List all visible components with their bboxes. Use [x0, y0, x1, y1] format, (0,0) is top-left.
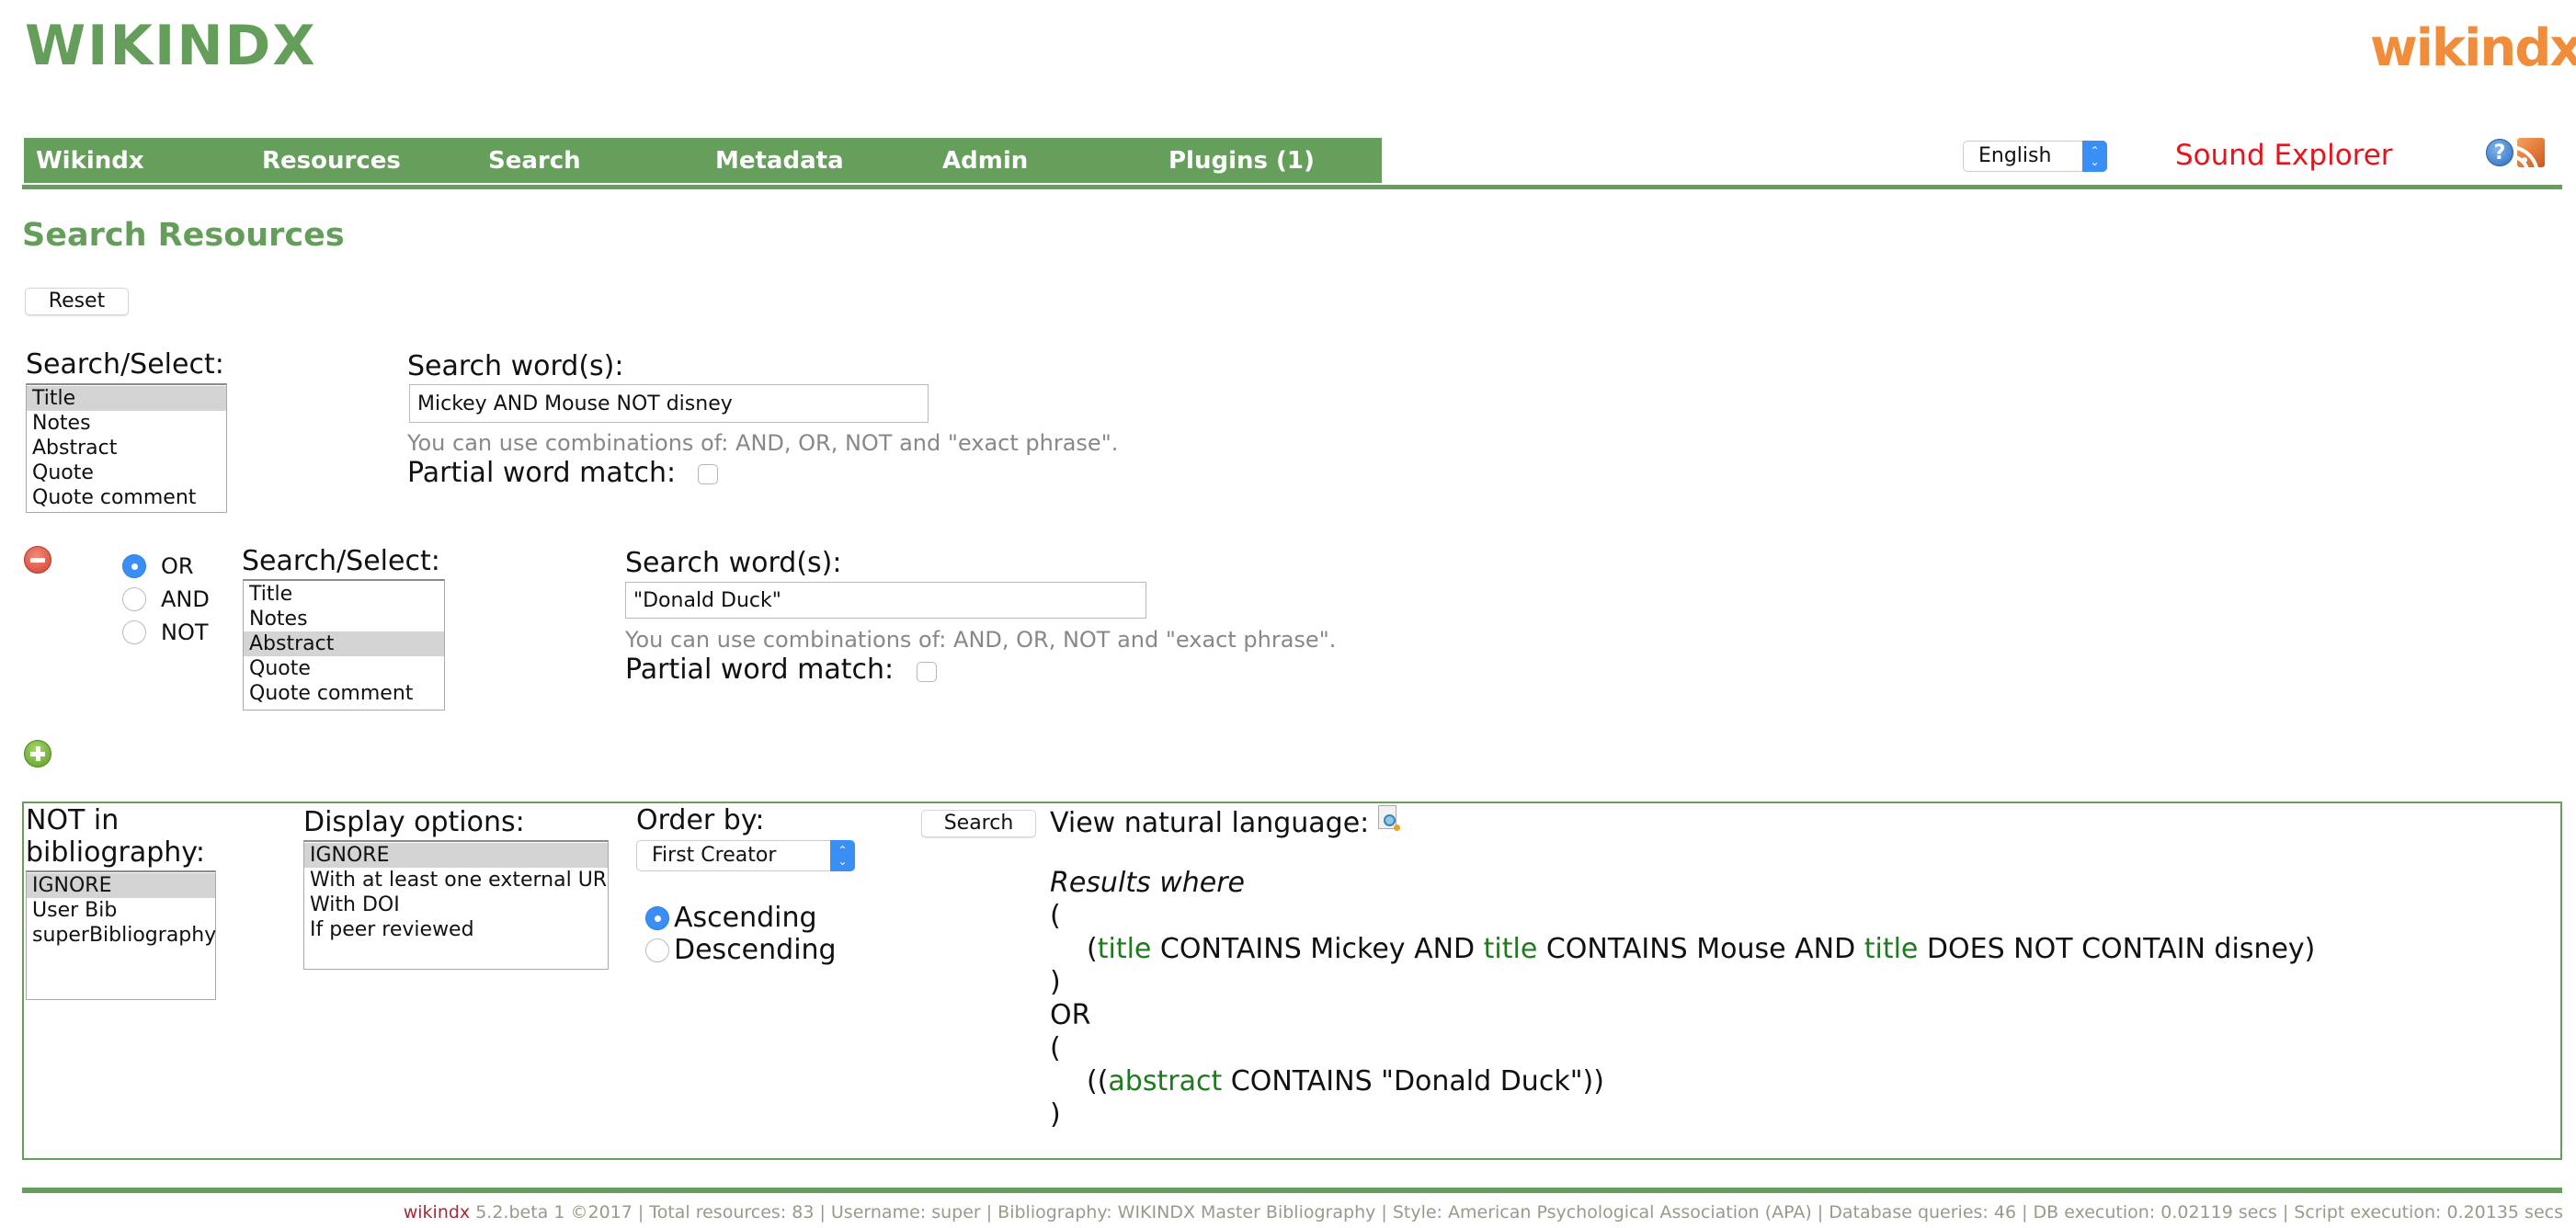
ascending-radio[interactable] [645, 906, 669, 930]
page-title: Search Resources [22, 217, 345, 254]
partial-match-label: Partial word match: [407, 457, 677, 489]
add-row-icon[interactable] [24, 740, 51, 768]
field-option[interactable]: Quote [27, 460, 226, 485]
rss-icon[interactable] [2517, 138, 2545, 167]
chevron-updown-icon: ⌃ ⌄ [830, 840, 855, 871]
footer-text: 5.2.beta 1 ©2017 | Total resources: 83 |… [470, 1202, 2563, 1222]
nl-text: CONTAINS Mickey AND [1151, 933, 1484, 965]
logo-word: wikindx [2370, 18, 2576, 78]
descending-label: Descending [674, 934, 837, 966]
operator-radio-and[interactable] [122, 587, 146, 611]
field-option[interactable]: Quote comment [27, 485, 226, 510]
search-words-value: "Donald Duck" [633, 588, 781, 612]
bib-option[interactable]: superBibliography [27, 923, 215, 948]
preview-magnifier-icon[interactable] [1376, 805, 1402, 833]
descending-radio[interactable] [645, 938, 669, 962]
footer-divider [22, 1188, 2562, 1193]
order-by-value: First Creator [652, 844, 777, 867]
nl-text: ( [1087, 933, 1098, 965]
header-divider [22, 185, 2562, 189]
reset-button[interactable]: Reset [25, 288, 129, 315]
nl-open-paren: ( [1050, 900, 1061, 932]
search-select-label: Search/Select: [242, 545, 440, 577]
partial-match-checkbox-1[interactable] [698, 464, 718, 484]
field-option[interactable]: Title [27, 386, 226, 411]
language-select-value: English [1978, 144, 2052, 167]
nl-text: CONTAINS Mouse AND [1537, 933, 1864, 965]
display-option[interactable]: If peer reviewed [304, 917, 608, 942]
bib-option[interactable]: IGNORE [27, 873, 215, 898]
field-option[interactable]: Title [244, 582, 444, 607]
search-button[interactable]: Search [921, 810, 1036, 837]
nl-close-paren: ) [1050, 1098, 1061, 1131]
nl-text: CONTAINS "Donald Duck")) [1222, 1065, 1604, 1097]
display-option[interactable]: IGNORE [304, 843, 608, 868]
operator-radio-not[interactable] [122, 620, 146, 644]
nl-close-paren: ) [1050, 966, 1061, 998]
nl-clause-1: (title CONTAINS Mickey AND title CONTAIN… [1087, 933, 2315, 966]
search-words-label: Search word(s): [407, 350, 624, 382]
nav-resources[interactable]: Resources [262, 138, 401, 183]
nl-field-name: title [1097, 933, 1152, 965]
nl-text: (( [1087, 1065, 1109, 1097]
ascending-label: Ascending [674, 902, 817, 934]
operator-not-label: NOT [161, 620, 209, 645]
display-option[interactable]: With DOI [304, 893, 608, 917]
not-in-bib-label-2: bibliography: [26, 836, 205, 869]
partial-match-checkbox-2[interactable] [917, 662, 937, 682]
display-options-listbox[interactable]: IGNORE With at least one external URL Wi… [303, 840, 609, 970]
nav-search[interactable]: Search [488, 138, 581, 183]
operator-and-label: AND [161, 586, 210, 612]
field-option[interactable]: Notes [244, 607, 444, 631]
wikindx-logo-text: WIKINDX [25, 14, 317, 78]
field-option[interactable]: Abstract [244, 631, 444, 656]
search-hint: You can use combinations of: AND, OR, NO… [407, 430, 1119, 456]
nl-open-paren: ( [1050, 1032, 1061, 1064]
search-words-input-2[interactable]: "Donald Duck" [625, 582, 1146, 619]
not-in-bib-label: NOT in [26, 804, 120, 836]
nav-wikindx[interactable]: Wikindx [36, 138, 144, 183]
nav-admin[interactable]: Admin [942, 138, 1028, 183]
bib-option[interactable]: User Bib [27, 898, 215, 923]
nl-field-name: title [1483, 933, 1538, 965]
nav-plugins[interactable]: Plugins (1) [1168, 138, 1315, 183]
footer-brand-link[interactable]: wikindx [404, 1202, 470, 1222]
field-option[interactable]: Notes [27, 411, 226, 436]
nav-metadata[interactable]: Metadata [715, 138, 844, 183]
not-in-bibliography-listbox[interactable]: IGNORE User Bib superBibliography [26, 870, 216, 1000]
search-field-listbox-2[interactable]: Title Notes Abstract Quote Quote comment [243, 579, 445, 711]
help-icon[interactable]: ? [2486, 139, 2513, 166]
partial-match-label: Partial word match: [625, 654, 895, 686]
user-display-name[interactable]: Sound Explorer [2175, 135, 2393, 176]
chevron-updown-icon: ⌃ ⌄ [2082, 141, 2107, 172]
display-option[interactable]: With at least one external URL [304, 868, 608, 893]
search-field-listbox-1[interactable]: Title Notes Abstract Quote Quote comment [26, 383, 227, 513]
field-option[interactable]: Quote comment [244, 681, 444, 706]
remove-row-icon[interactable] [24, 546, 51, 574]
main-nav: Wikindx Resources Search Metadata Admin … [24, 138, 1382, 183]
field-option[interactable]: Quote [244, 656, 444, 681]
search-words-value: Mickey AND Mouse NOT disney [417, 392, 733, 415]
nl-heading: Results where [1050, 867, 1246, 899]
order-by-select[interactable]: First Creator ⌃ ⌄ [636, 840, 855, 871]
search-words-input-1[interactable]: Mickey AND Mouse NOT disney [409, 384, 929, 423]
nl-operator: OR [1050, 999, 1091, 1031]
search-select-label: Search/Select: [26, 348, 224, 381]
footer-status: wikindx 5.2.beta 1 ©2017 | Total resourc… [404, 1200, 2563, 1224]
field-option[interactable]: Abstract [27, 436, 226, 460]
search-words-label: Search word(s): [625, 547, 842, 579]
operator-radio-or[interactable] [122, 554, 146, 578]
operator-or-label: OR [161, 553, 194, 579]
view-natural-language-label: View natural language: [1050, 807, 1370, 839]
display-options-label: Display options: [303, 806, 525, 838]
language-select[interactable]: English ⌃ ⌄ [1963, 141, 2107, 172]
nl-field-name: abstract [1108, 1065, 1223, 1097]
nl-text: DOES NOT CONTAIN disney) [1918, 933, 2316, 965]
search-hint: You can use combinations of: AND, OR, NO… [625, 627, 1337, 653]
wikindx5-logo: wikindx5 [2370, 18, 2576, 79]
nl-clause-2: ((abstract CONTAINS "Donald Duck")) [1087, 1065, 1604, 1098]
order-by-label: Order by: [636, 804, 765, 836]
nl-field-name: title [1864, 933, 1919, 965]
